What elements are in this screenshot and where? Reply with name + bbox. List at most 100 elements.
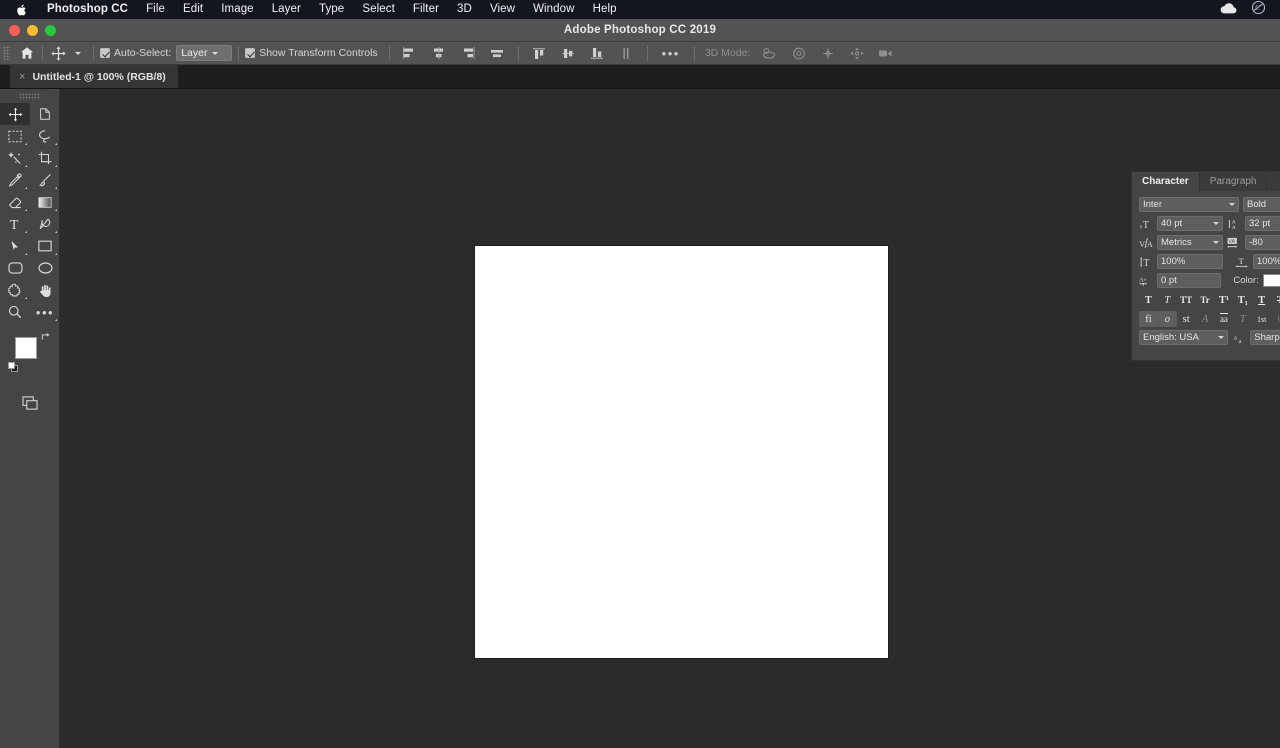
custom-shape-tool[interactable] — [0, 279, 30, 301]
edit-toolbar-tool[interactable]: ••• — [30, 301, 60, 323]
tracking-input[interactable]: -80 — [1245, 235, 1280, 250]
tab-paragraph[interactable]: Paragraph — [1200, 172, 1268, 191]
faux-bold-button[interactable]: T — [1139, 292, 1158, 308]
menu-select[interactable]: Select — [353, 0, 404, 19]
lasso-tool[interactable] — [30, 125, 60, 147]
type-tool[interactable]: T — [0, 213, 30, 235]
stylistic-alternates-label: T — [1239, 313, 1246, 325]
svg-text:a: a — [1234, 334, 1237, 341]
rectangular-marquee-tool[interactable] — [0, 125, 30, 147]
pen-tool[interactable] — [30, 213, 60, 235]
font-style-dropdown[interactable]: Bold — [1243, 197, 1280, 212]
eraser-tool[interactable] — [0, 191, 30, 213]
kerning-dropdown[interactable]: Metrics — [1157, 235, 1223, 250]
distribute-vertical-centers-icon[interactable] — [559, 44, 578, 63]
all-caps-button[interactable]: TT — [1177, 292, 1196, 308]
foreground-color-swatch[interactable] — [15, 337, 37, 359]
workspace-area[interactable] — [60, 89, 1280, 748]
distribute-bottom-edges-icon[interactable] — [588, 44, 607, 63]
cloud-icon[interactable] — [1220, 1, 1237, 19]
more-options-icon[interactable]: ••• — [660, 44, 682, 63]
tool-expand-corner — [25, 143, 27, 145]
close-icon[interactable]: × — [19, 71, 25, 83]
scale-row: T 100% T 100% — [1132, 254, 1280, 269]
distribute-horizontal-centers-icon[interactable] — [617, 44, 636, 63]
fractions-button[interactable]: ½ — [1271, 311, 1280, 327]
tab-character[interactable]: Character — [1132, 172, 1200, 191]
language-dropdown[interactable]: English: USA — [1139, 330, 1229, 345]
move-tool-icon[interactable] — [49, 44, 68, 63]
stylistic-alternates-button[interactable]: T — [1233, 311, 1252, 327]
menu-filter[interactable]: Filter — [404, 0, 448, 19]
svg-text:V: V — [1139, 240, 1145, 249]
options-separator-1 — [42, 45, 43, 61]
menu-app-name[interactable]: Photoshop CC — [38, 0, 137, 19]
ordinals-button[interactable]: 1st — [1252, 311, 1271, 327]
distribute-top-edges-icon[interactable] — [530, 44, 549, 63]
font-family-dropdown[interactable]: Inter — [1139, 197, 1239, 212]
menu-edit[interactable]: Edit — [174, 0, 212, 19]
home-icon[interactable] — [17, 44, 36, 63]
tools-panel-grip[interactable] — [18, 93, 41, 100]
menu-file[interactable]: File — [137, 0, 174, 19]
kerning-tracking-row: VA Metrics VA -80 — [1132, 235, 1280, 250]
standard-ligatures-button[interactable]: fi — [1139, 311, 1158, 327]
align-horizontal-centers-icon[interactable] — [430, 44, 449, 63]
leading-input[interactable]: 32 pt — [1245, 216, 1280, 231]
align-right-edges-icon[interactable] — [459, 44, 478, 63]
vertical-scale-input[interactable]: 100% — [1157, 254, 1223, 269]
document-canvas[interactable] — [475, 246, 888, 658]
align-top-edges-icon[interactable] — [488, 44, 507, 63]
swap-colors-icon[interactable] — [40, 331, 51, 345]
menu-layer[interactable]: Layer — [263, 0, 310, 19]
faux-italic-button[interactable]: T — [1158, 292, 1177, 308]
quick-selection-tool[interactable] — [0, 147, 30, 169]
language-antialias-row: English: USA aa Sharp — [1132, 330, 1280, 345]
menu-help[interactable]: Help — [584, 0, 626, 19]
brush-tool[interactable] — [30, 169, 60, 191]
oldstyle-button[interactable]: aa — [1215, 311, 1234, 327]
menu-type[interactable]: Type — [310, 0, 353, 19]
eyedropper-tool[interactable] — [0, 169, 30, 191]
menu-3d[interactable]: 3D — [448, 0, 481, 19]
zoom-tool[interactable] — [0, 301, 30, 323]
antialias-dropdown[interactable]: Sharp — [1250, 330, 1280, 345]
path-selection-tool[interactable] — [0, 235, 30, 257]
menu-view[interactable]: View — [481, 0, 524, 19]
show-transform-checkbox[interactable] — [245, 48, 256, 58]
options-bar-grip[interactable] — [3, 46, 10, 60]
horizontal-scale-input[interactable]: 100% — [1253, 254, 1280, 269]
ellipse-tool[interactable] — [30, 257, 60, 279]
rectangle-tool[interactable] — [30, 235, 60, 257]
window-title: Adobe Photoshop CC 2019 — [563, 24, 717, 36]
rounded-rectangle-tool[interactable] — [0, 257, 30, 279]
screen-mode-button[interactable] — [0, 391, 60, 415]
move-tool-dropdown[interactable] — [68, 44, 87, 63]
scale-3d-icon — [876, 44, 895, 63]
artboard-tool[interactable] — [30, 103, 60, 125]
subscript-button[interactable]: T₁ — [1233, 292, 1252, 308]
strikethrough-button[interactable]: T — [1271, 292, 1280, 308]
swash-button[interactable]: A — [1196, 311, 1215, 327]
contextual-alternates-button[interactable]: o — [1157, 311, 1177, 327]
underline-button[interactable]: T — [1252, 292, 1271, 308]
document-tab-untitled-1[interactable]: × Untitled-1 @ 100% (RGB/8) — [10, 65, 179, 88]
align-left-edges-icon[interactable] — [401, 44, 420, 63]
text-color-swatch[interactable] — [1262, 274, 1280, 287]
auto-select-scope-dropdown[interactable]: Layer — [176, 45, 233, 61]
discretionary-ligatures-button[interactable]: st — [1177, 311, 1196, 327]
crop-tool[interactable] — [30, 147, 60, 169]
hand-tool[interactable] — [30, 279, 60, 301]
menu-image[interactable]: Image — [212, 0, 262, 19]
tool-options-bar: Auto-Select: Layer Show Transform Contro… — [0, 42, 1280, 65]
creative-cloud-icon[interactable]: C — [1251, 0, 1266, 19]
move-tool[interactable] — [0, 103, 30, 125]
superscript-button[interactable]: T¹ — [1215, 292, 1234, 308]
apple-logo-icon[interactable] — [14, 2, 28, 18]
menu-window[interactable]: Window — [524, 0, 584, 19]
font-size-input[interactable]: 40 pt — [1157, 216, 1223, 231]
baseline-shift-input[interactable]: 0 pt — [1157, 273, 1222, 288]
auto-select-checkbox[interactable] — [100, 48, 110, 58]
small-caps-button[interactable]: Tr — [1196, 292, 1215, 308]
gradient-tool[interactable] — [30, 191, 60, 213]
